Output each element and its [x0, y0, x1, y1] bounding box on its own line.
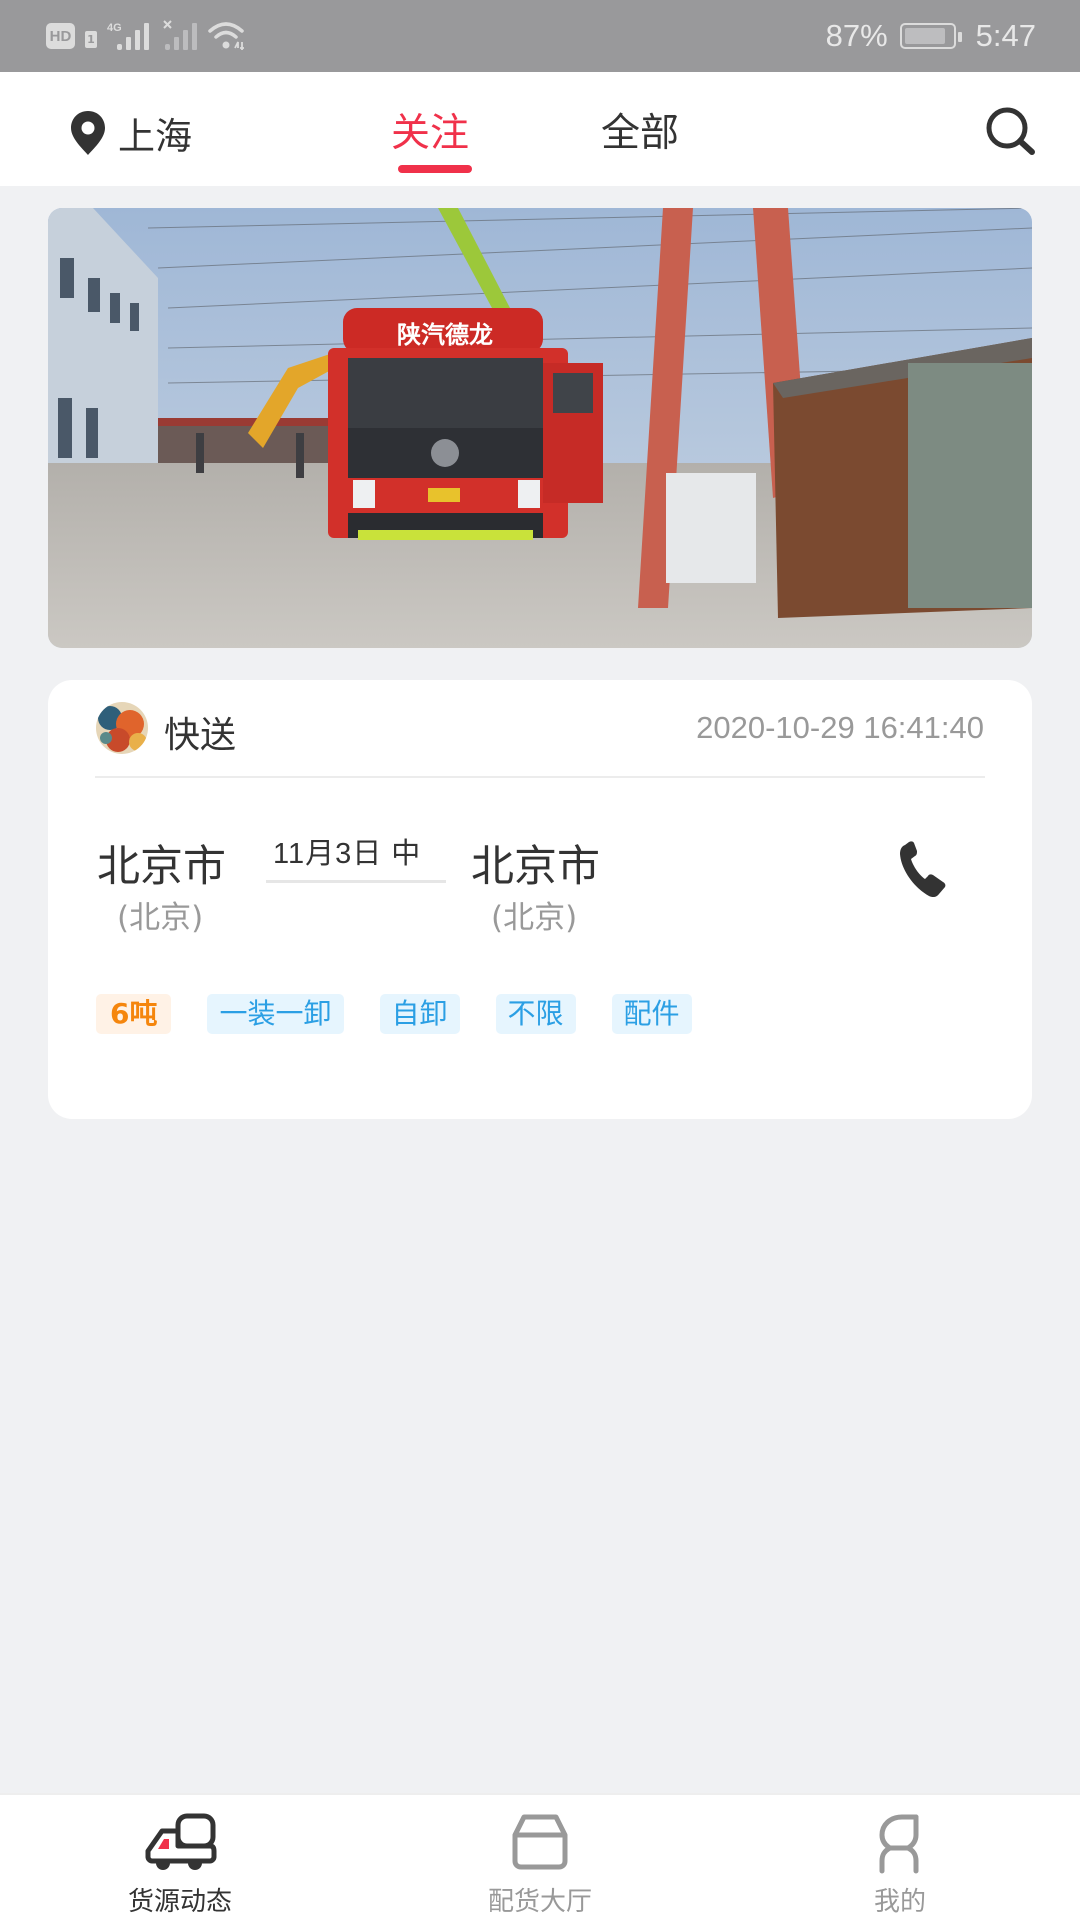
cargo-tags: 6吨 一装一卸 自卸 不限 配件 — [96, 994, 728, 1034]
sim-label: 1 — [87, 32, 95, 46]
box-icon — [512, 1814, 568, 1870]
tab-dispatch-hall[interactable]: 配货大厅 — [440, 1795, 640, 1920]
location-pin-icon — [71, 111, 105, 155]
battery-icon — [899, 23, 962, 49]
search-button[interactable] — [980, 100, 1044, 164]
signal-4g-icon: 4G — [107, 22, 149, 50]
status-right: 87% 5:47 — [826, 16, 1036, 56]
sim-1-icon: 1 — [85, 30, 97, 48]
origin-province: (北京) — [117, 900, 204, 936]
cargo-card[interactable]: 快送 2020-10-29 16:41:40 北京市 (北京) 11月3日 中 … — [48, 680, 1032, 1119]
tab-followed[interactable]: 关注 — [391, 102, 469, 158]
battery-fill — [904, 28, 945, 44]
truck-photo: 陕汽德龙 — [48, 208, 1032, 648]
sender-avatar — [96, 702, 148, 754]
tab-mine-label: 我的 — [873, 1887, 926, 1917]
status-bar: HD 1 4G 87% 5:47 — [0, 0, 1080, 72]
clock: 5:47 — [975, 18, 1036, 53]
phone-icon — [900, 841, 946, 898]
banner-image[interactable]: 陕汽德龙 — [48, 208, 1032, 648]
tab-cargo-updates[interactable]: 货源动态 — [80, 1795, 280, 1920]
tab-mine[interactable]: 我的 — [800, 1795, 1000, 1920]
tag-load-unload: 一装一卸 — [207, 994, 344, 1034]
truck-icon — [145, 1813, 217, 1870]
tag-weight: 6吨 — [96, 994, 172, 1034]
tab-all[interactable]: 全部 — [601, 102, 679, 158]
active-tab-indicator — [398, 165, 472, 173]
status-indicators: HD 1 4G — [46, 20, 247, 52]
tab-dispatch-hall-label: 配货大厅 — [487, 1887, 592, 1917]
truck-brand-text: 陕汽德龙 — [397, 321, 493, 349]
tag-dump: 自卸 — [379, 994, 460, 1034]
destination-province: (北京) — [491, 900, 578, 936]
battery-percent: 87% — [825, 18, 888, 53]
hd-icon: HD — [46, 23, 75, 49]
tag-unlimited: 不限 — [495, 994, 576, 1034]
card-divider — [95, 776, 985, 778]
load-date: 11月3日 中 — [273, 838, 422, 870]
signal-no-service-icon — [163, 20, 197, 50]
tag-parts: 配件 — [611, 994, 692, 1034]
bottom-tab-bar: 货源动态 配货大厅 我的 — [0, 1793, 1080, 1920]
origin-city: 北京市 — [97, 842, 226, 892]
tab-cargo-updates-label: 货源动态 — [127, 1887, 232, 1917]
wifi-icon — [208, 22, 244, 50]
call-button[interactable] — [888, 835, 958, 905]
hd-label: HD — [49, 27, 72, 45]
route-arrow-line — [266, 880, 446, 883]
network-label: 4G — [107, 22, 122, 34]
destination-city: 北京市 — [471, 842, 600, 892]
location-label: 上海 — [118, 115, 192, 158]
search-icon — [986, 107, 1035, 155]
top-header: 上海 关注 全部 — [0, 72, 1080, 186]
location-selector[interactable]: 上海 — [70, 106, 192, 160]
person-icon — [879, 1814, 919, 1874]
sender-name: 快送 — [164, 715, 237, 756]
post-timestamp: 2020-10-29 16:41:40 — [696, 710, 984, 745]
